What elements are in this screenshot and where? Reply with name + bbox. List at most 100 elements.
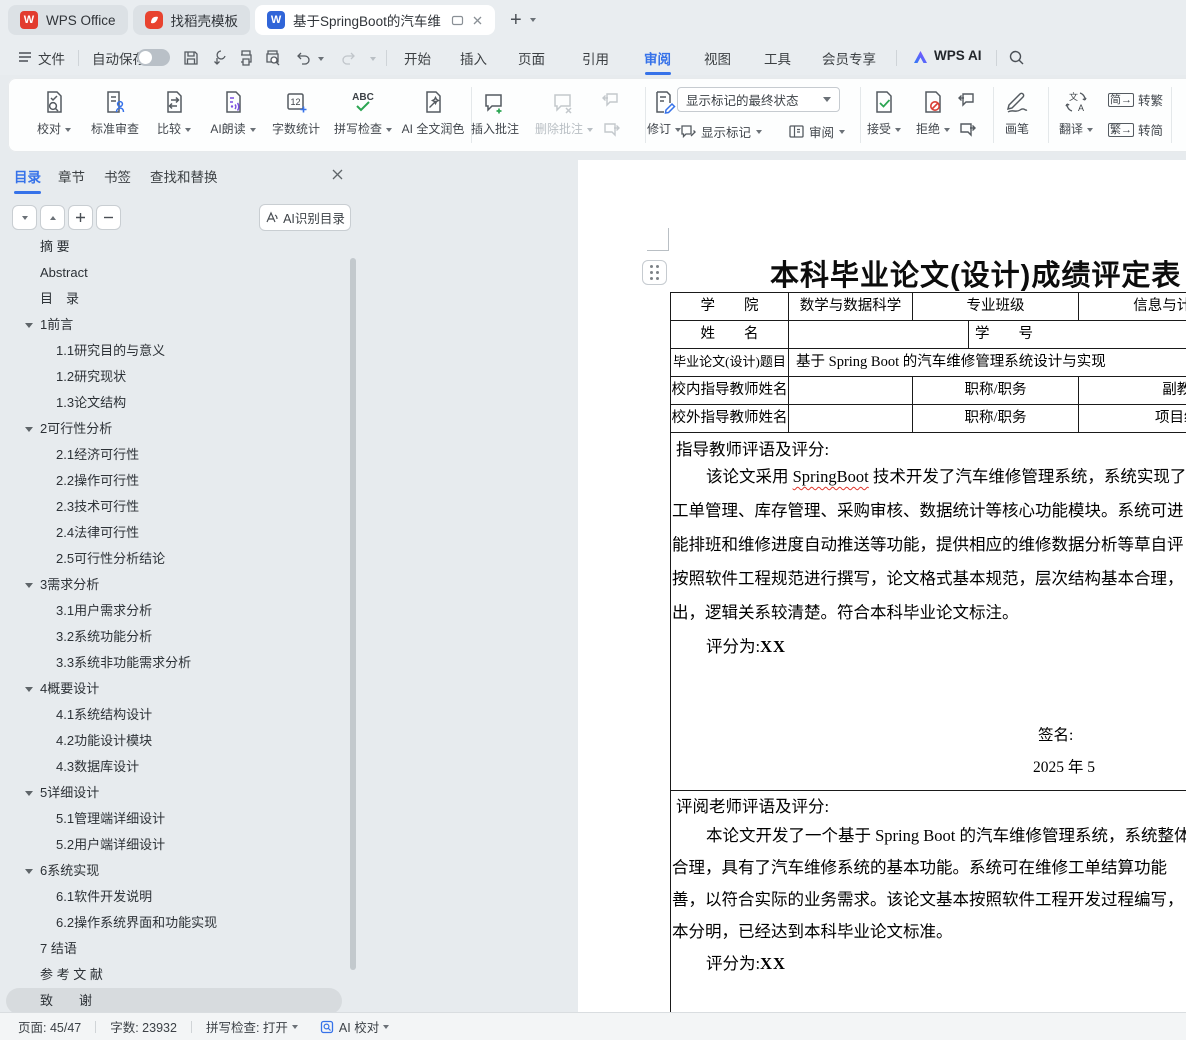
- menu-item[interactable]: 页面: [518, 48, 545, 68]
- reject-revision-button[interactable]: 拒绝: [909, 83, 957, 137]
- hamburger-menu-icon[interactable]: [18, 50, 32, 64]
- new-tab-button[interactable]: +: [510, 10, 522, 30]
- toc-item[interactable]: 2.3技术可行性: [0, 494, 348, 520]
- save-icon[interactable]: [182, 49, 200, 67]
- compare-button[interactable]: 比较: [148, 83, 200, 137]
- table-drag-handle-icon[interactable]: [642, 260, 667, 285]
- print-icon[interactable]: [237, 49, 255, 67]
- toc-item[interactable]: 5.1管理端详细设计: [0, 806, 348, 832]
- ai-read-button[interactable]: AI朗读: [202, 83, 264, 137]
- word-count-button[interactable]: 12 字数统计: [266, 83, 326, 137]
- toc-collapse-arrow-icon[interactable]: [25, 427, 33, 432]
- file-menu[interactable]: 文件: [38, 48, 65, 68]
- document-page[interactable]: 本科毕业论文(设计)成绩评定表 学 院 数学与数据科学 专业班级 信息与计算科学…: [578, 160, 1186, 1012]
- toc-item[interactable]: 6.2操作系统界面和功能实现: [0, 910, 348, 936]
- menu-item[interactable]: 工具: [764, 48, 791, 68]
- undo-icon[interactable]: [294, 49, 312, 67]
- toc-item[interactable]: 6.1软件开发说明: [0, 884, 348, 910]
- toc-item[interactable]: 6系统实现: [0, 858, 348, 884]
- markup-state-select[interactable]: 显示标记的最终状态: [677, 87, 840, 112]
- undo-chevron-icon[interactable]: [318, 57, 324, 61]
- toc-item[interactable]: 4概要设计: [0, 676, 348, 702]
- toc-item[interactable]: 1.2研究现状: [0, 364, 348, 390]
- ai-recognize-toc-button[interactable]: AI识别目录: [259, 204, 351, 231]
- sidebar-tab-bookmarks[interactable]: 书签: [104, 166, 131, 186]
- spell-check-button[interactable]: ABC 拼写检查: [328, 83, 398, 137]
- review-pane-button[interactable]: 审阅: [788, 122, 845, 141]
- restrict-edit-button[interactable]: 限: [1176, 83, 1186, 137]
- toc-collapse-arrow-icon[interactable]: [25, 869, 33, 874]
- toc-item[interactable]: 4.3数据库设计: [0, 754, 348, 780]
- toc-item[interactable]: 2.2操作可行性: [0, 468, 348, 494]
- ai-polish-button[interactable]: AI 全文润色: [400, 83, 466, 137]
- translate-button[interactable]: 文A 翻译: [1050, 83, 1102, 137]
- sidebar-tab-find-replace[interactable]: 查找和替换: [150, 166, 218, 186]
- toc-item[interactable]: 3.3系统非功能需求分析: [0, 650, 348, 676]
- standard-review-button[interactable]: 标准审查: [84, 83, 146, 137]
- next-revision-icon[interactable]: [956, 118, 978, 140]
- ink-brush-button[interactable]: 画笔: [994, 83, 1040, 137]
- to-simplified-button[interactable]: 繁→ 转简: [1108, 120, 1163, 139]
- menu-item[interactable]: 引用: [582, 48, 609, 68]
- spellcheck-indicator[interactable]: 拼写检查: 打开: [206, 1017, 288, 1036]
- print-preview-icon[interactable]: [264, 49, 282, 67]
- toc-collapse-arrow-icon[interactable]: [25, 323, 33, 328]
- toc-item[interactable]: 5详细设计: [0, 780, 348, 806]
- accept-revision-button[interactable]: 接受: [860, 83, 908, 137]
- tab-docer-templates[interactable]: 找稻壳模板: [133, 5, 251, 35]
- toc-collapse-arrow-icon[interactable]: [25, 583, 33, 588]
- tab-list-chevron-icon[interactable]: [530, 18, 536, 22]
- toc-item[interactable]: 目 录: [0, 286, 348, 312]
- collapse-all-button[interactable]: [96, 205, 121, 230]
- toc-item[interactable]: 2可行性分析: [0, 416, 348, 442]
- ai-proofread-indicator[interactable]: AI 校对: [320, 1017, 379, 1036]
- toc-item[interactable]: 1.1研究目的与意义: [0, 338, 348, 364]
- toc-item[interactable]: 摘 要: [0, 234, 348, 260]
- sidebar-tab-chapters[interactable]: 章节: [58, 166, 85, 186]
- toc-item[interactable]: 7 结语: [0, 936, 348, 962]
- tab-wps-home[interactable]: W WPS Office: [8, 5, 128, 35]
- menu-item[interactable]: 开始: [404, 48, 431, 68]
- toc-item[interactable]: 参 考 文 献: [0, 962, 348, 988]
- toc-item[interactable]: 2.4法律可行性: [0, 520, 348, 546]
- sidebar-tab-contents[interactable]: 目录: [14, 166, 41, 186]
- export-pdf-icon[interactable]: [210, 49, 228, 67]
- sidebar-close-icon[interactable]: [331, 168, 344, 181]
- to-traditional-button[interactable]: 简→ 转繁: [1108, 90, 1163, 109]
- toc-item[interactable]: 致 谢: [6, 988, 342, 1012]
- word-count-indicator[interactable]: 字数: 23932: [110, 1017, 177, 1036]
- toc-item[interactable]: 3.2系统功能分析: [0, 624, 348, 650]
- toc-item[interactable]: 4.2功能设计模块: [0, 728, 348, 754]
- toc-item[interactable]: 1前言: [0, 312, 348, 338]
- insert-comment-button[interactable]: 插入批注: [465, 83, 525, 137]
- toc-item[interactable]: 4.1系统结构设计: [0, 702, 348, 728]
- redo-chevron-icon[interactable]: [370, 57, 376, 61]
- collapse-item-button[interactable]: [12, 205, 37, 230]
- toc-item[interactable]: 2.1经济可行性: [0, 442, 348, 468]
- page-indicator[interactable]: 页面: 45/47: [18, 1017, 81, 1036]
- expand-all-button[interactable]: [68, 205, 93, 230]
- search-icon[interactable]: [1008, 49, 1025, 66]
- menu-item[interactable]: 审阅: [644, 48, 671, 68]
- sidebar-scrollbar[interactable]: [350, 258, 356, 970]
- show-markup-button[interactable]: 显示标记: [680, 122, 762, 141]
- toc-collapse-arrow-icon[interactable]: [25, 791, 33, 796]
- menu-item[interactable]: 会员专享: [822, 48, 876, 68]
- menu-item[interactable]: 插入: [460, 48, 487, 68]
- tab-preview-icon[interactable]: [451, 14, 464, 27]
- menu-item[interactable]: 视图: [704, 48, 731, 68]
- toc-item[interactable]: Abstract: [0, 260, 348, 286]
- toc-collapse-arrow-icon[interactable]: [25, 687, 33, 692]
- expand-item-button[interactable]: [40, 205, 65, 230]
- toc-item[interactable]: 2.5可行性分析结论: [0, 546, 348, 572]
- tab-document-active[interactable]: W 基于SpringBoot的汽车维修管: [255, 5, 495, 35]
- toc-item[interactable]: 3需求分析: [0, 572, 348, 598]
- wps-ai-menu[interactable]: WPS AI: [934, 48, 982, 63]
- toc-item[interactable]: 1.3论文结构: [0, 390, 348, 416]
- tab-close-icon[interactable]: [472, 15, 483, 26]
- toc-item[interactable]: 3.1用户需求分析: [0, 598, 348, 624]
- previous-revision-icon[interactable]: [956, 88, 978, 110]
- toc-item[interactable]: 5.2用户端详细设计: [0, 832, 348, 858]
- proofread-button[interactable]: 校对: [25, 83, 83, 137]
- autosave-toggle[interactable]: [137, 49, 170, 66]
